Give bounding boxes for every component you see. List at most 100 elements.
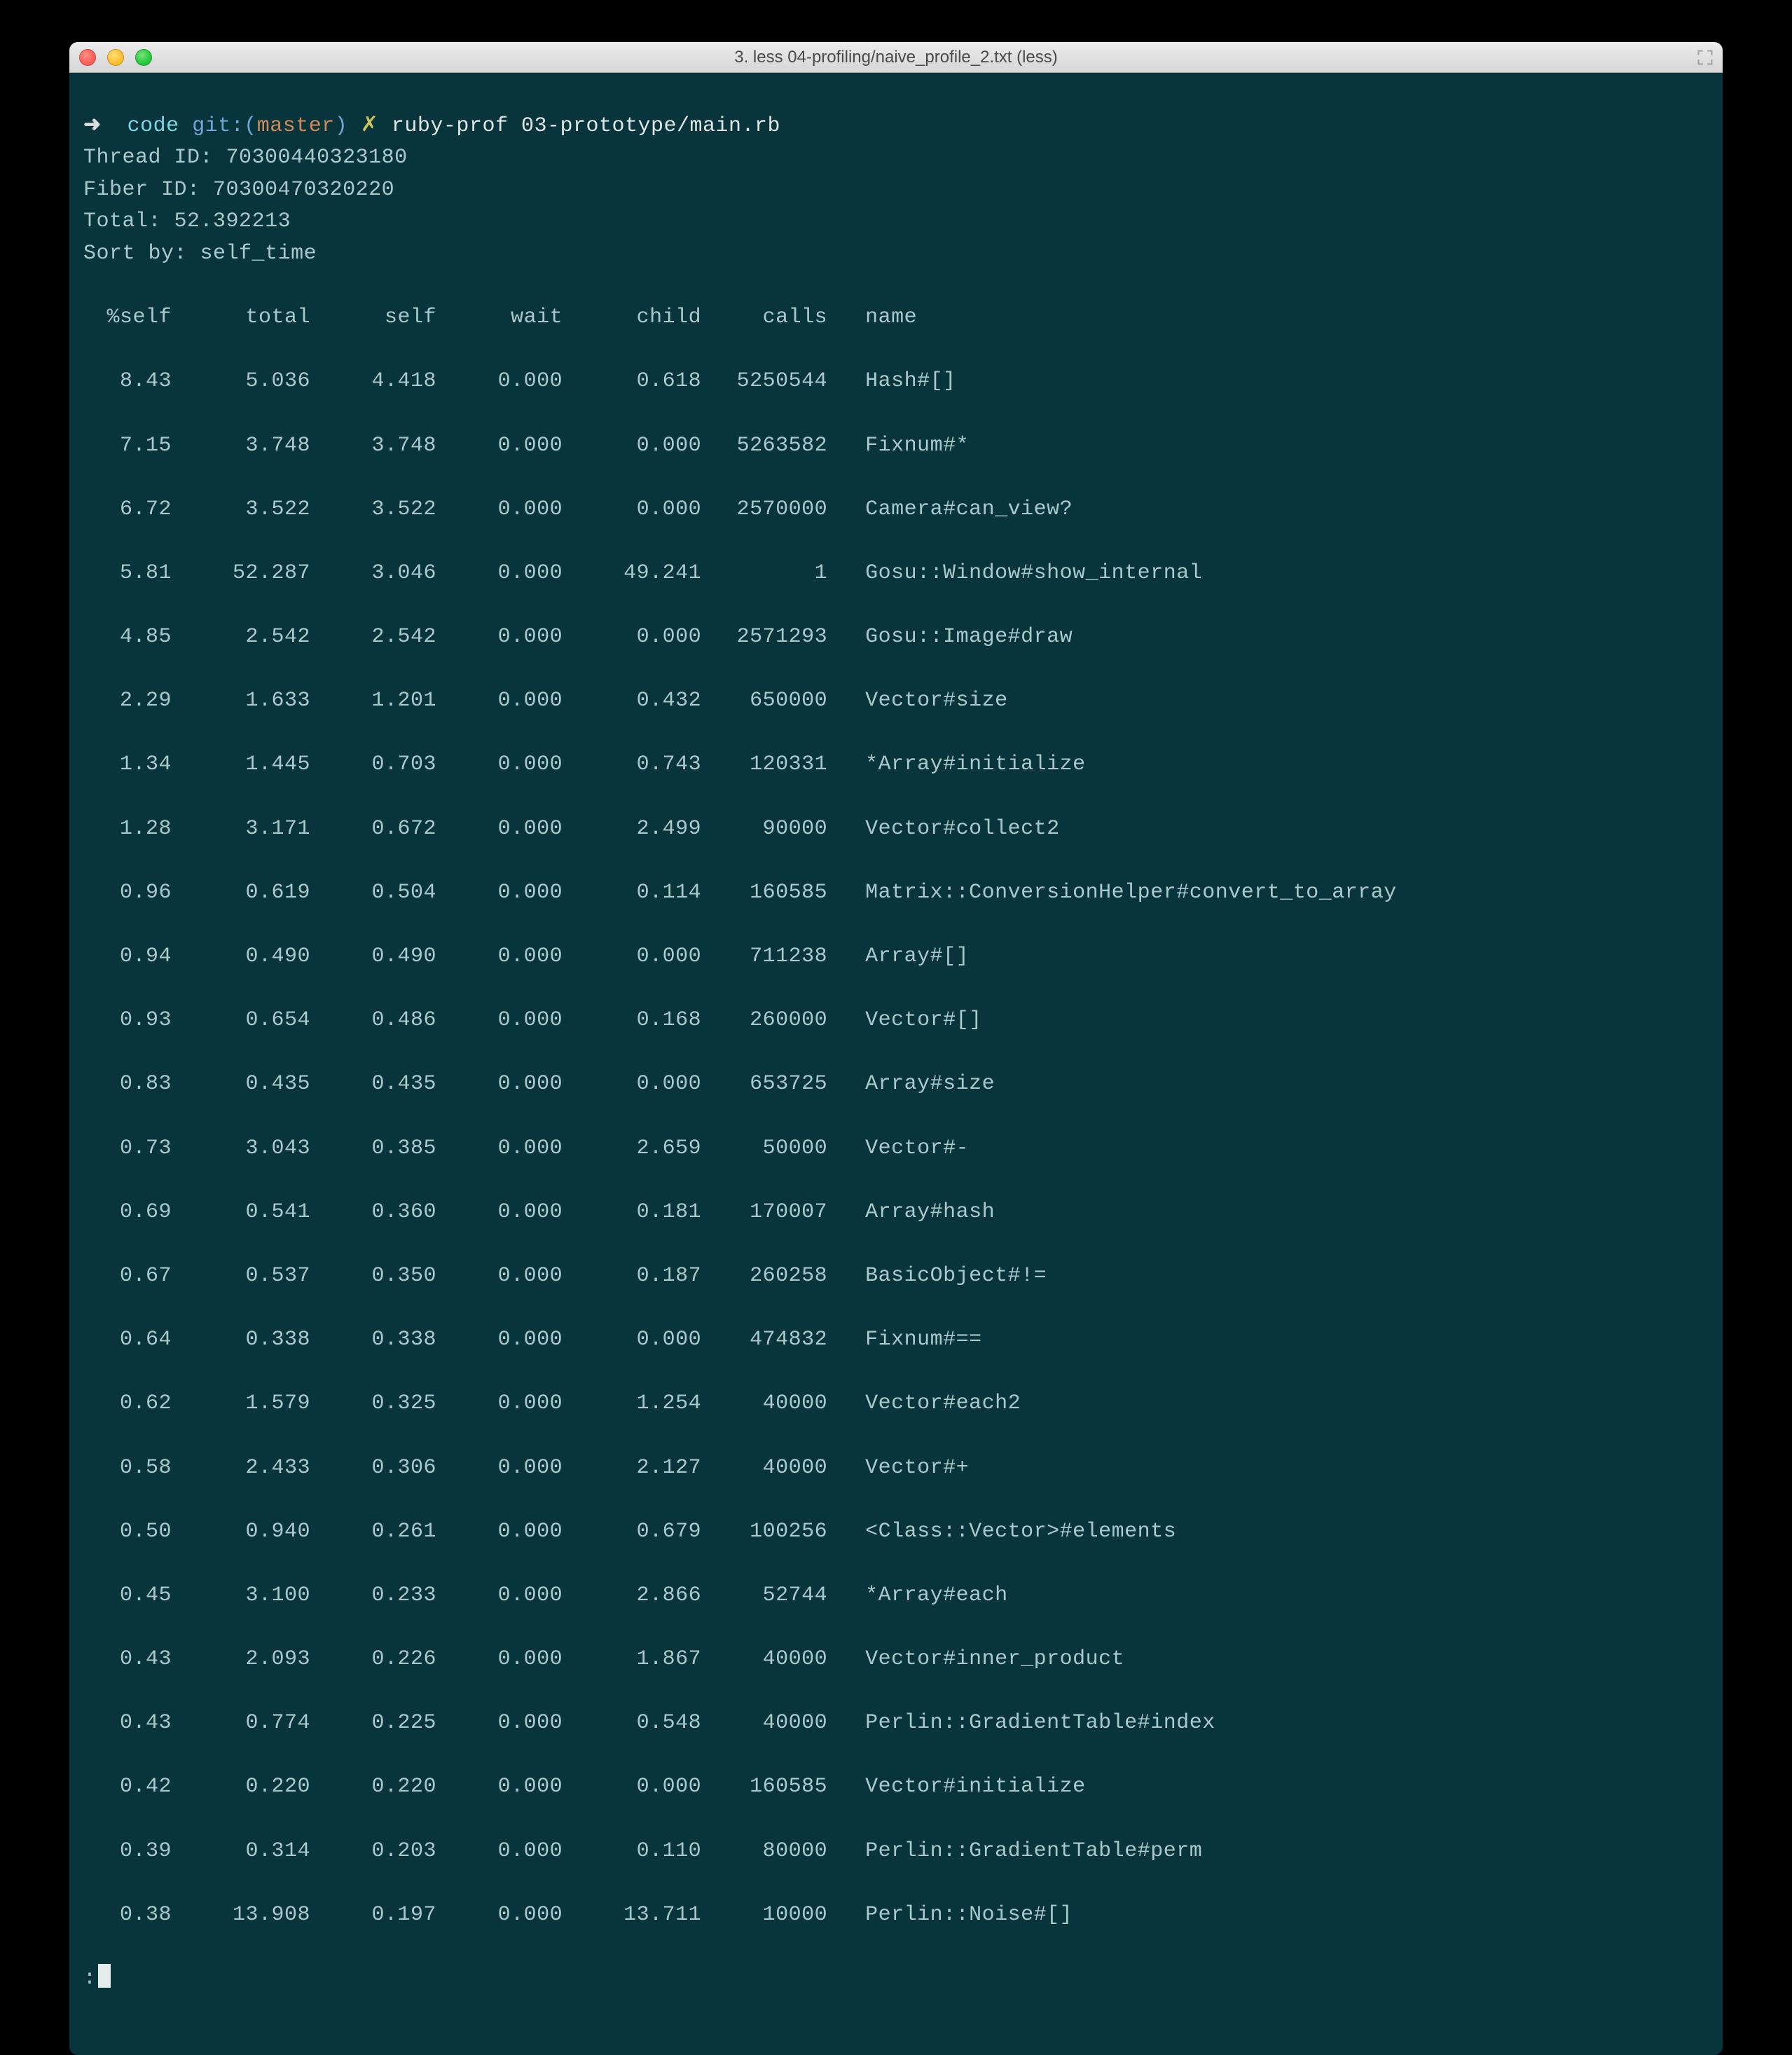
cell-child: 2.499 xyxy=(563,813,701,846)
cell-name: Matrix::ConversionHelper#convert_to_arra… xyxy=(827,877,1397,909)
cell-pct: 1.28 xyxy=(83,813,172,846)
cell-calls: 711238 xyxy=(701,941,827,973)
less-status-line[interactable]: : xyxy=(83,1967,111,1991)
cell-wait: 0.000 xyxy=(436,1899,563,1932)
cell-wait: 0.000 xyxy=(436,1771,563,1803)
terminal-window: 3. less 04-profiling/naive_profile_2.txt… xyxy=(69,42,1723,2055)
cell-wait: 0.000 xyxy=(436,1452,563,1485)
cell-pct: 0.58 xyxy=(83,1452,172,1485)
cell-total: 3.522 xyxy=(172,494,310,526)
cell-self: 4.418 xyxy=(310,366,436,398)
cell-calls: 52744 xyxy=(701,1580,827,1612)
cell-child: 0.110 xyxy=(563,1836,701,1868)
cell-child: 0.000 xyxy=(563,1324,701,1356)
maximize-icon[interactable] xyxy=(1697,50,1713,65)
cell-name: Perlin::GradientTable#perm xyxy=(827,1836,1202,1868)
table-row: 0.830.4350.4350.0000.000653725Array#size xyxy=(83,1068,1709,1101)
cell-total: 0.541 xyxy=(172,1197,310,1229)
cell-pct: 0.94 xyxy=(83,941,172,973)
prompt-line: ➜ code git:(master) ✗ ruby-prof 03-proto… xyxy=(83,114,780,138)
cell-name: Array#hash xyxy=(827,1197,995,1229)
cell-name: BasicObject#!= xyxy=(827,1260,1047,1293)
table-row: 0.621.5790.3250.0001.25440000Vector#each… xyxy=(83,1388,1709,1420)
cell-calls: 170007 xyxy=(701,1197,827,1229)
cell-self: 3.046 xyxy=(310,558,436,590)
zoom-button[interactable] xyxy=(135,49,152,66)
cell-name: Vector#size xyxy=(827,685,1008,717)
cell-calls: 260000 xyxy=(701,1005,827,1037)
cell-calls: 90000 xyxy=(701,813,827,846)
cell-child: 1.867 xyxy=(563,1644,701,1676)
cell-total: 2.093 xyxy=(172,1644,310,1676)
cell-pct: 0.62 xyxy=(83,1388,172,1420)
cell-calls: 40000 xyxy=(701,1388,827,1420)
cell-calls: 2570000 xyxy=(701,494,827,526)
cell-pct: 0.64 xyxy=(83,1324,172,1356)
prompt-dir: code xyxy=(127,114,179,138)
cell-name: Array#size xyxy=(827,1068,995,1101)
cell-total: 5.036 xyxy=(172,366,310,398)
cell-pct: 0.73 xyxy=(83,1133,172,1165)
cell-pct: 0.50 xyxy=(83,1516,172,1548)
cell-calls: 260258 xyxy=(701,1260,827,1293)
cell-name: Fixnum#* xyxy=(827,430,969,462)
cell-self: 0.325 xyxy=(310,1388,436,1420)
cell-pct: 8.43 xyxy=(83,366,172,398)
cell-name: Vector#collect2 xyxy=(827,813,1060,846)
cell-wait: 0.000 xyxy=(436,621,563,654)
col-name: name xyxy=(827,302,917,334)
cell-name: Gosu::Window#show_internal xyxy=(827,558,1202,590)
cell-total: 3.171 xyxy=(172,813,310,846)
cell-total: 1.445 xyxy=(172,749,310,781)
close-button[interactable] xyxy=(79,49,96,66)
cell-name: Gosu::Image#draw xyxy=(827,621,1073,654)
table-row: 1.341.4450.7030.0000.743120331*Array#ini… xyxy=(83,749,1709,781)
cell-total: 0.314 xyxy=(172,1836,310,1868)
prompt-command: ruby-prof 03-prototype/main.rb xyxy=(392,114,780,138)
cell-total: 1.579 xyxy=(172,1388,310,1420)
cell-name: Fixnum#== xyxy=(827,1324,982,1356)
table-row: 4.852.5422.5420.0000.0002571293Gosu::Ima… xyxy=(83,621,1709,654)
minimize-button[interactable] xyxy=(107,49,124,66)
cell-name: Camera#can_view? xyxy=(827,494,1073,526)
col-wait: wait xyxy=(436,302,563,334)
cell-child: 0.548 xyxy=(563,1707,701,1740)
cell-wait: 0.000 xyxy=(436,1707,563,1740)
cell-wait: 0.000 xyxy=(436,813,563,846)
cell-total: 0.490 xyxy=(172,941,310,973)
cell-pct: 1.34 xyxy=(83,749,172,781)
table-row: 0.420.2200.2200.0000.000160585Vector#ini… xyxy=(83,1771,1709,1803)
cell-pct: 0.69 xyxy=(83,1197,172,1229)
cell-self: 0.197 xyxy=(310,1899,436,1932)
col-pct: %self xyxy=(83,302,172,334)
cell-wait: 0.000 xyxy=(436,685,563,717)
table-row: 5.8152.2873.0460.00049.2411Gosu::Window#… xyxy=(83,558,1709,590)
cell-wait: 0.000 xyxy=(436,1068,563,1101)
cell-total: 52.287 xyxy=(172,558,310,590)
cell-name: Vector#+ xyxy=(827,1452,969,1485)
cell-total: 0.435 xyxy=(172,1068,310,1101)
cell-wait: 0.000 xyxy=(436,1580,563,1612)
cell-self: 0.703 xyxy=(310,749,436,781)
cell-total: 0.774 xyxy=(172,1707,310,1740)
cell-calls: 40000 xyxy=(701,1452,827,1485)
col-self: self xyxy=(310,302,436,334)
cell-pct: 4.85 xyxy=(83,621,172,654)
col-total: total xyxy=(172,302,310,334)
cell-self: 0.350 xyxy=(310,1260,436,1293)
cell-wait: 0.000 xyxy=(436,1324,563,1356)
table-body: 8.435.0364.4180.0000.6185250544Hash#[] 7… xyxy=(83,366,1709,1963)
cell-pct: 0.38 xyxy=(83,1899,172,1932)
cell-wait: 0.000 xyxy=(436,1005,563,1037)
cell-child: 0.114 xyxy=(563,877,701,909)
cell-self: 0.306 xyxy=(310,1452,436,1485)
cell-self: 0.504 xyxy=(310,877,436,909)
cell-name: Array#[] xyxy=(827,941,969,973)
cell-child: 0.187 xyxy=(563,1260,701,1293)
terminal-body[interactable]: ➜ code git:(master) ✗ ruby-prof 03-proto… xyxy=(69,73,1723,2055)
cell-total: 1.633 xyxy=(172,685,310,717)
cell-pct: 0.67 xyxy=(83,1260,172,1293)
cell-child: 0.618 xyxy=(563,366,701,398)
cell-self: 0.233 xyxy=(310,1580,436,1612)
cell-self: 0.490 xyxy=(310,941,436,973)
